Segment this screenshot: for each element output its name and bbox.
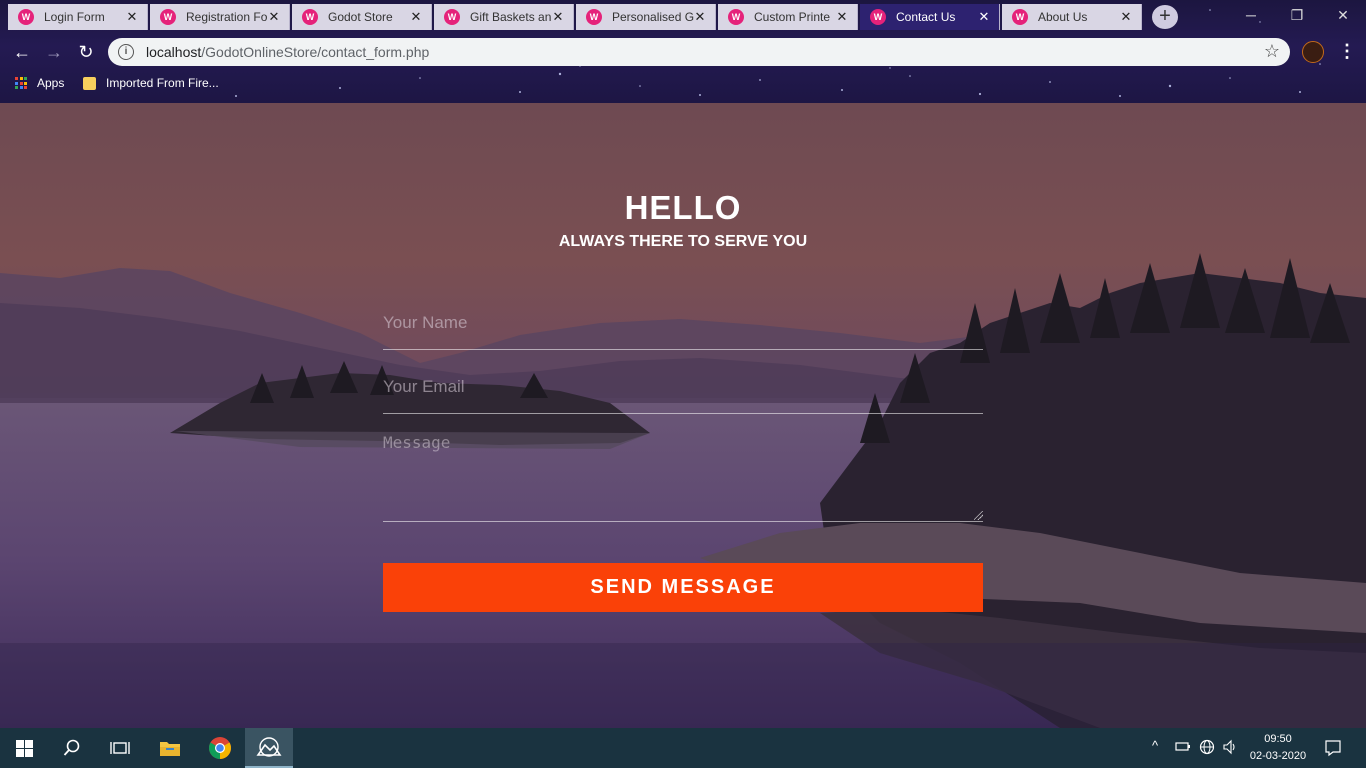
bookmark-label: Apps: [37, 76, 65, 90]
page-subheading: ALWAYS THERE TO SERVE YOU: [558, 233, 808, 250]
tab-label: Godot Store: [328, 10, 393, 24]
apps-grid-icon: [15, 77, 27, 89]
close-tab-icon[interactable]: ✕: [977, 9, 991, 25]
battery-icon[interactable]: [1175, 740, 1191, 755]
bookmark-label: Imported From Fire...: [106, 76, 219, 90]
name-field: [383, 313, 983, 350]
site-favicon-icon: W: [302, 9, 318, 25]
tab-label: Contact Us: [896, 10, 956, 24]
tab-about-us[interactable]: W About Us ✕: [1002, 4, 1142, 30]
tab-label: About Us: [1038, 10, 1088, 24]
browser-menu-icon[interactable]: ⋮: [1338, 40, 1356, 64]
bookmark-apps[interactable]: Apps: [15, 76, 64, 90]
tab-custom-printed[interactable]: W Custom Printe ✕: [718, 4, 858, 30]
tab-login-form[interactable]: W Login Form ✕: [8, 4, 148, 30]
close-tab-icon[interactable]: ✕: [693, 9, 707, 25]
browser-toolbar: ← → ↻ i localhost/GodotOnlineStore/conta…: [0, 34, 1366, 70]
url-path: /GodotOnlineStore/contact_form.php: [201, 44, 430, 60]
url-text: localhost/GodotOnlineStore/contact_form.…: [146, 44, 429, 60]
folder-icon: [83, 76, 96, 90]
clock-time: 09:50: [1264, 733, 1292, 745]
close-tab-icon[interactable]: ✕: [551, 9, 565, 25]
site-favicon-icon: W: [160, 9, 176, 25]
tab-label: Login Form: [44, 10, 105, 24]
tab-label: Custom Printe: [754, 10, 831, 24]
site-favicon-icon: W: [444, 9, 460, 25]
site-favicon-icon: W: [1012, 9, 1028, 25]
show-hidden-icons-icon[interactable]: ^: [1152, 738, 1158, 753]
close-tab-icon[interactable]: ✕: [1119, 9, 1133, 25]
close-tab-icon[interactable]: ✕: [409, 9, 423, 25]
contact-form-section: HELLO ALWAYS THERE TO SERVE YOU SEND MES…: [0, 103, 1366, 728]
notifications-icon[interactable]: [1324, 739, 1342, 760]
contact-page: HELLO ALWAYS THERE TO SERVE YOU SEND MES…: [0, 103, 1366, 728]
photos-app-icon[interactable]: [245, 728, 293, 768]
system-clock[interactable]: 09:50 02-03-2020: [1240, 731, 1316, 765]
tab-personalised-gifts[interactable]: W Personalised G ✕: [576, 4, 716, 30]
message-field: [383, 433, 983, 522]
bookmarks-bar: Apps Imported From Fire...: [0, 72, 1366, 98]
name-input[interactable]: [383, 313, 983, 333]
bookmark-imported-folder[interactable]: Imported From Fire...: [83, 76, 219, 90]
tab-gift-baskets[interactable]: W Gift Baskets an ✕: [434, 4, 574, 30]
file-explorer-icon[interactable]: [146, 728, 194, 768]
close-window-button[interactable]: ✕: [1320, 0, 1366, 30]
minimize-window-button[interactable]: ─: [1228, 0, 1274, 30]
site-favicon-icon: W: [870, 9, 886, 25]
chrome-icon[interactable]: [196, 728, 244, 768]
restore-window-button[interactable]: ❐: [1274, 0, 1320, 30]
textarea-resize-handle[interactable]: [974, 511, 983, 520]
message-textarea[interactable]: [383, 433, 983, 517]
back-button[interactable]: ←: [10, 40, 34, 64]
browser-chrome: W Login Form ✕ W Registration Fo ✕ W God…: [0, 0, 1366, 103]
tab-godot-store[interactable]: W Godot Store ✕: [292, 4, 432, 30]
forward-button[interactable]: →: [42, 40, 66, 64]
email-field: [383, 377, 983, 414]
network-globe-icon[interactable]: [1199, 739, 1215, 758]
tab-label: Gift Baskets an: [470, 10, 552, 24]
send-message-button[interactable]: SEND MESSAGE: [383, 563, 983, 612]
volume-icon[interactable]: [1222, 739, 1238, 758]
profile-avatar-icon[interactable]: [1302, 41, 1324, 63]
bookmark-star-icon[interactable]: ☆: [1264, 41, 1280, 62]
tab-label: Registration Fo: [186, 10, 268, 24]
close-tab-icon[interactable]: ✕: [125, 9, 139, 25]
task-view-icon[interactable]: [96, 728, 144, 768]
page-heading: HELLO: [624, 189, 742, 226]
clock-date: 02-03-2020: [1249, 750, 1307, 762]
close-tab-icon[interactable]: ✕: [835, 9, 849, 25]
site-info-icon[interactable]: i: [118, 44, 134, 60]
tab-contact-us[interactable]: W Contact Us ✕: [860, 4, 1000, 30]
site-favicon-icon: W: [18, 9, 34, 25]
tab-label: Personalised G: [612, 10, 695, 24]
windows-start-icon[interactable]: [0, 728, 48, 768]
site-favicon-icon: W: [586, 9, 602, 25]
search-icon[interactable]: [48, 728, 96, 768]
address-bar[interactable]: i localhost/GodotOnlineStore/contact_for…: [108, 38, 1290, 66]
url-host: localhost: [146, 44, 202, 60]
email-input[interactable]: [383, 377, 983, 397]
site-favicon-icon: W: [728, 9, 744, 25]
reload-button[interactable]: ↻: [74, 40, 98, 64]
tab-strip: W Login Form ✕ W Registration Fo ✕ W God…: [0, 0, 1366, 34]
windows-taskbar: ^ 09:50 02-03-2020: [0, 728, 1366, 768]
new-tab-button[interactable]: +: [1152, 5, 1178, 29]
tab-registration-form[interactable]: W Registration Fo ✕: [150, 4, 290, 30]
close-tab-icon[interactable]: ✕: [267, 9, 281, 25]
